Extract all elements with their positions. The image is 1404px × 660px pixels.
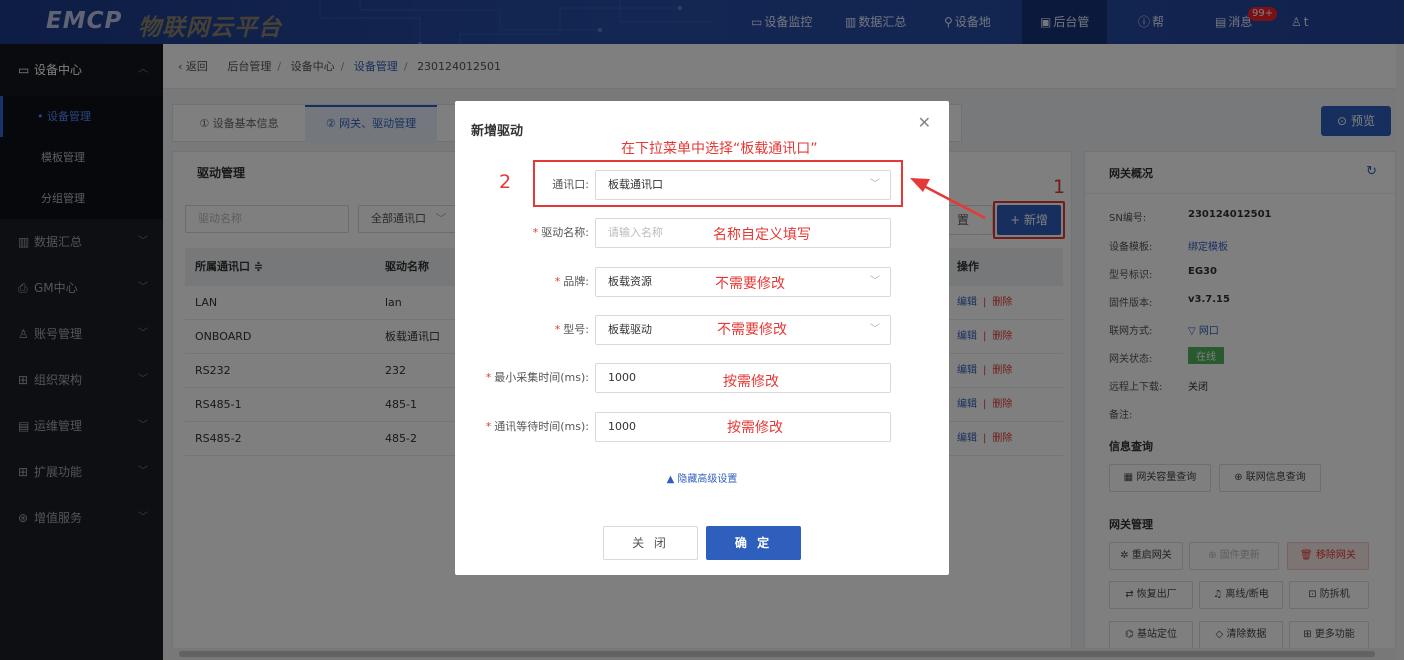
app-root: EMCP 物联网云平台 ▭设备监控 ▥数据汇总 ⚲设备地 ▣后台管 ⓘ帮 ▤消息…: [0, 0, 1404, 660]
annotation-arrow: [910, 178, 986, 220]
